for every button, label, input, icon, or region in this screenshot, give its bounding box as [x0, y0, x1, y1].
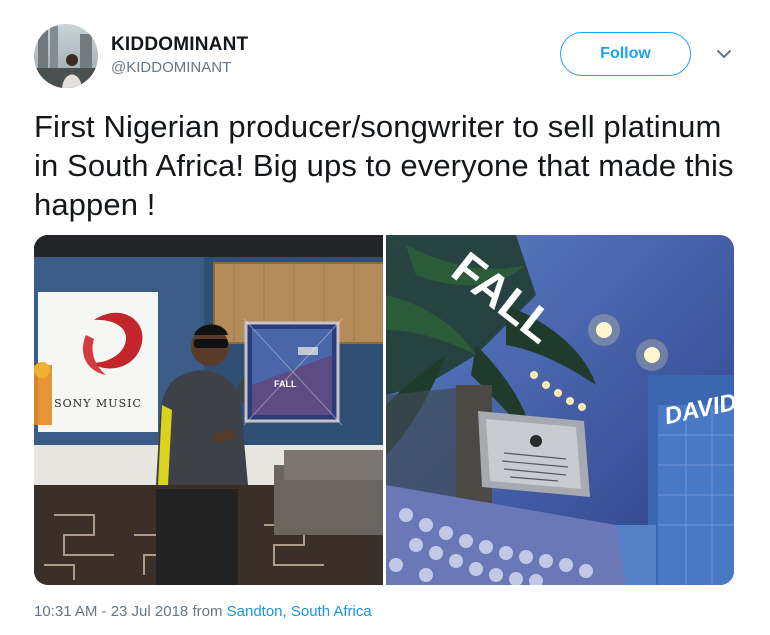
- media-grid: SONY MUSIC FALL FALL DAVIDO: [34, 235, 734, 585]
- avatar[interactable]: [34, 24, 98, 88]
- timestamp[interactable]: 10:31 AM - 23 Jul 2018: [34, 603, 188, 620]
- location-link[interactable]: Sandton, South Africa: [227, 603, 372, 620]
- tweet-text: First Nigerian producer/songwriter to se…: [34, 109, 734, 222]
- follow-button[interactable]: Follow: [560, 32, 691, 76]
- from-label: from: [192, 603, 223, 620]
- sony-music-sign-text: SONY MUSIC: [54, 397, 142, 410]
- tweet-header: KIDDOMINANT @KIDDOMINANT Follow: [34, 24, 744, 88]
- tweet-metadata: 10:31 AM - 23 Jul 2018 from Sandton, Sou…: [34, 603, 372, 620]
- photo-fall-plaque[interactable]: FALL DAVIDO: [386, 235, 734, 585]
- author-names[interactable]: KIDDOMINANT @KIDDOMINANT: [111, 34, 248, 76]
- photo-sony-music[interactable]: SONY MUSIC FALL: [34, 235, 385, 585]
- chevron-down-icon[interactable]: [715, 47, 733, 61]
- username[interactable]: @KIDDOMINANT: [111, 59, 248, 76]
- display-name[interactable]: KIDDOMINANT: [111, 34, 248, 56]
